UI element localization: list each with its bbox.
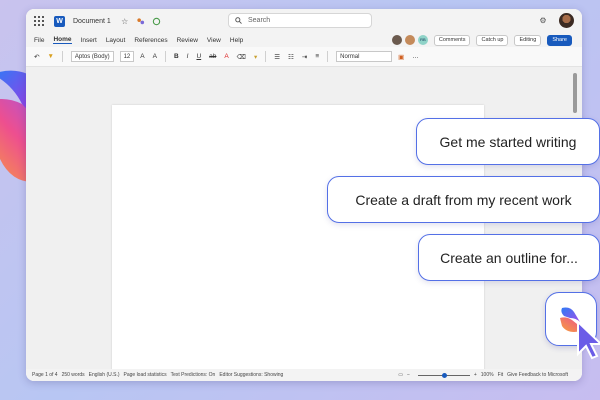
share-label: Share [552,37,567,43]
indent-icon[interactable]: ⇥ [302,53,307,61]
strikethrough-icon[interactable]: ab [209,53,216,60]
grow-font-icon[interactable]: A [140,53,144,60]
text-predictions[interactable]: Text Predictions: On [171,372,216,378]
vertical-scrollbar[interactable] [573,73,577,113]
zoom-level[interactable]: 100% [481,372,494,378]
more-options-icon[interactable]: … [412,53,419,60]
font-name-select[interactable]: Aptos (Body) [70,51,114,62]
prompt-create-outline[interactable]: Create an outline for... [418,234,600,281]
tab-home[interactable]: Home [53,36,72,44]
comments-button[interactable]: Comments [433,34,471,46]
clear-format-icon[interactable]: ⌫ [237,53,246,61]
zoom-slider[interactable] [417,372,470,378]
read-mode-icon[interactable]: ▭ [398,372,403,378]
editing-mode-button[interactable]: Editing [514,34,542,46]
mouse-cursor-icon [577,320,600,360]
title-bar: W Document 1 ☆ Search ⚙ [26,9,582,33]
collaborator-avatar[interactable] [404,35,415,45]
tab-view[interactable]: View [207,37,221,44]
tab-layout[interactable]: Layout [106,37,126,44]
font-color-icon[interactable]: A [224,53,228,60]
bullets-icon[interactable]: ☰ [274,53,280,61]
word-logo-icon: W [54,15,65,27]
divider [265,51,267,62]
tab-file[interactable]: File [34,37,44,44]
divider [61,51,63,62]
language[interactable]: English (U.S.) [89,372,120,378]
page-load-stats[interactable]: Page load statistics [124,372,167,378]
zoom-in-icon[interactable]: + [474,372,477,378]
prompt-get-started[interactable]: Get me started writing [416,118,600,165]
format-painter-icon[interactable]: ▼ [47,53,53,60]
tab-review[interactable]: Review [177,37,198,44]
numbering-icon[interactable]: ☷ [288,53,294,61]
menu-bar: File Home Insert Layout References Revie… [26,33,582,47]
styles-pane-icon[interactable]: ▣ [398,53,404,61]
comments-label: Comments [438,37,466,43]
font-size-select[interactable]: 12 [119,51,135,62]
shrink-font-icon[interactable]: A [153,53,157,60]
undo-icon[interactable]: ↶ [34,53,39,61]
zoom-out-icon[interactable]: − [407,372,410,378]
zoom-thumb[interactable] [441,372,447,378]
editing-label: Editing [519,37,537,43]
gear-icon[interactable]: ⚙ [538,16,548,26]
underline-icon[interactable]: U [196,53,201,60]
tab-insert[interactable]: Insert [81,37,97,44]
prompt-label: Create an outline for... [440,249,578,266]
collaborator-avatar[interactable] [391,35,402,45]
ribbon-toolbar: ↶ ▼ Aptos (Body) 12 A A B I U ab A ⌫ ▾ ☰… [26,47,582,67]
divider [164,51,166,62]
search-placeholder: Search [248,17,271,24]
document-title[interactable]: Document 1 [73,18,111,25]
search-input[interactable]: Search [228,13,372,28]
favorite-star-icon[interactable]: ☆ [120,16,130,26]
sync-icon[interactable] [152,16,162,26]
collaborator-initials[interactable]: RB [417,35,428,45]
prompt-label: Create a draft from my recent work [355,191,572,208]
prompt-label: Get me started writing [439,133,577,150]
share-button[interactable]: Share [547,34,572,46]
italic-icon[interactable]: I [187,53,189,60]
catch-up-button[interactable]: Catch up [476,34,509,46]
status-bar: Page 1 of 4 250 words English (U.S.) Pag… [26,369,582,381]
catch-up-label: Catch up [481,37,504,43]
share-people-icon[interactable] [136,16,146,26]
divider [327,51,329,62]
bold-icon[interactable]: B [174,53,179,60]
fit-button[interactable]: Fit [498,372,504,378]
align-icon[interactable]: ≡ [315,53,319,60]
editor-suggestions[interactable]: Editor Suggestions: Showing [219,372,283,378]
tab-references[interactable]: References [134,37,167,44]
avatar[interactable] [559,13,574,28]
word-count[interactable]: 250 words [62,372,85,378]
style-select[interactable]: Normal [336,51,393,62]
app-launcher-icon[interactable] [34,16,44,26]
highlight-icon[interactable]: ▾ [254,53,257,61]
feedback-link[interactable]: Give Feedback to Microsoft [507,372,568,378]
page-count[interactable]: Page 1 of 4 [32,372,58,378]
search-icon [235,17,242,24]
prompt-create-draft[interactable]: Create a draft from my recent work [327,176,600,223]
tab-help[interactable]: Help [230,37,243,44]
